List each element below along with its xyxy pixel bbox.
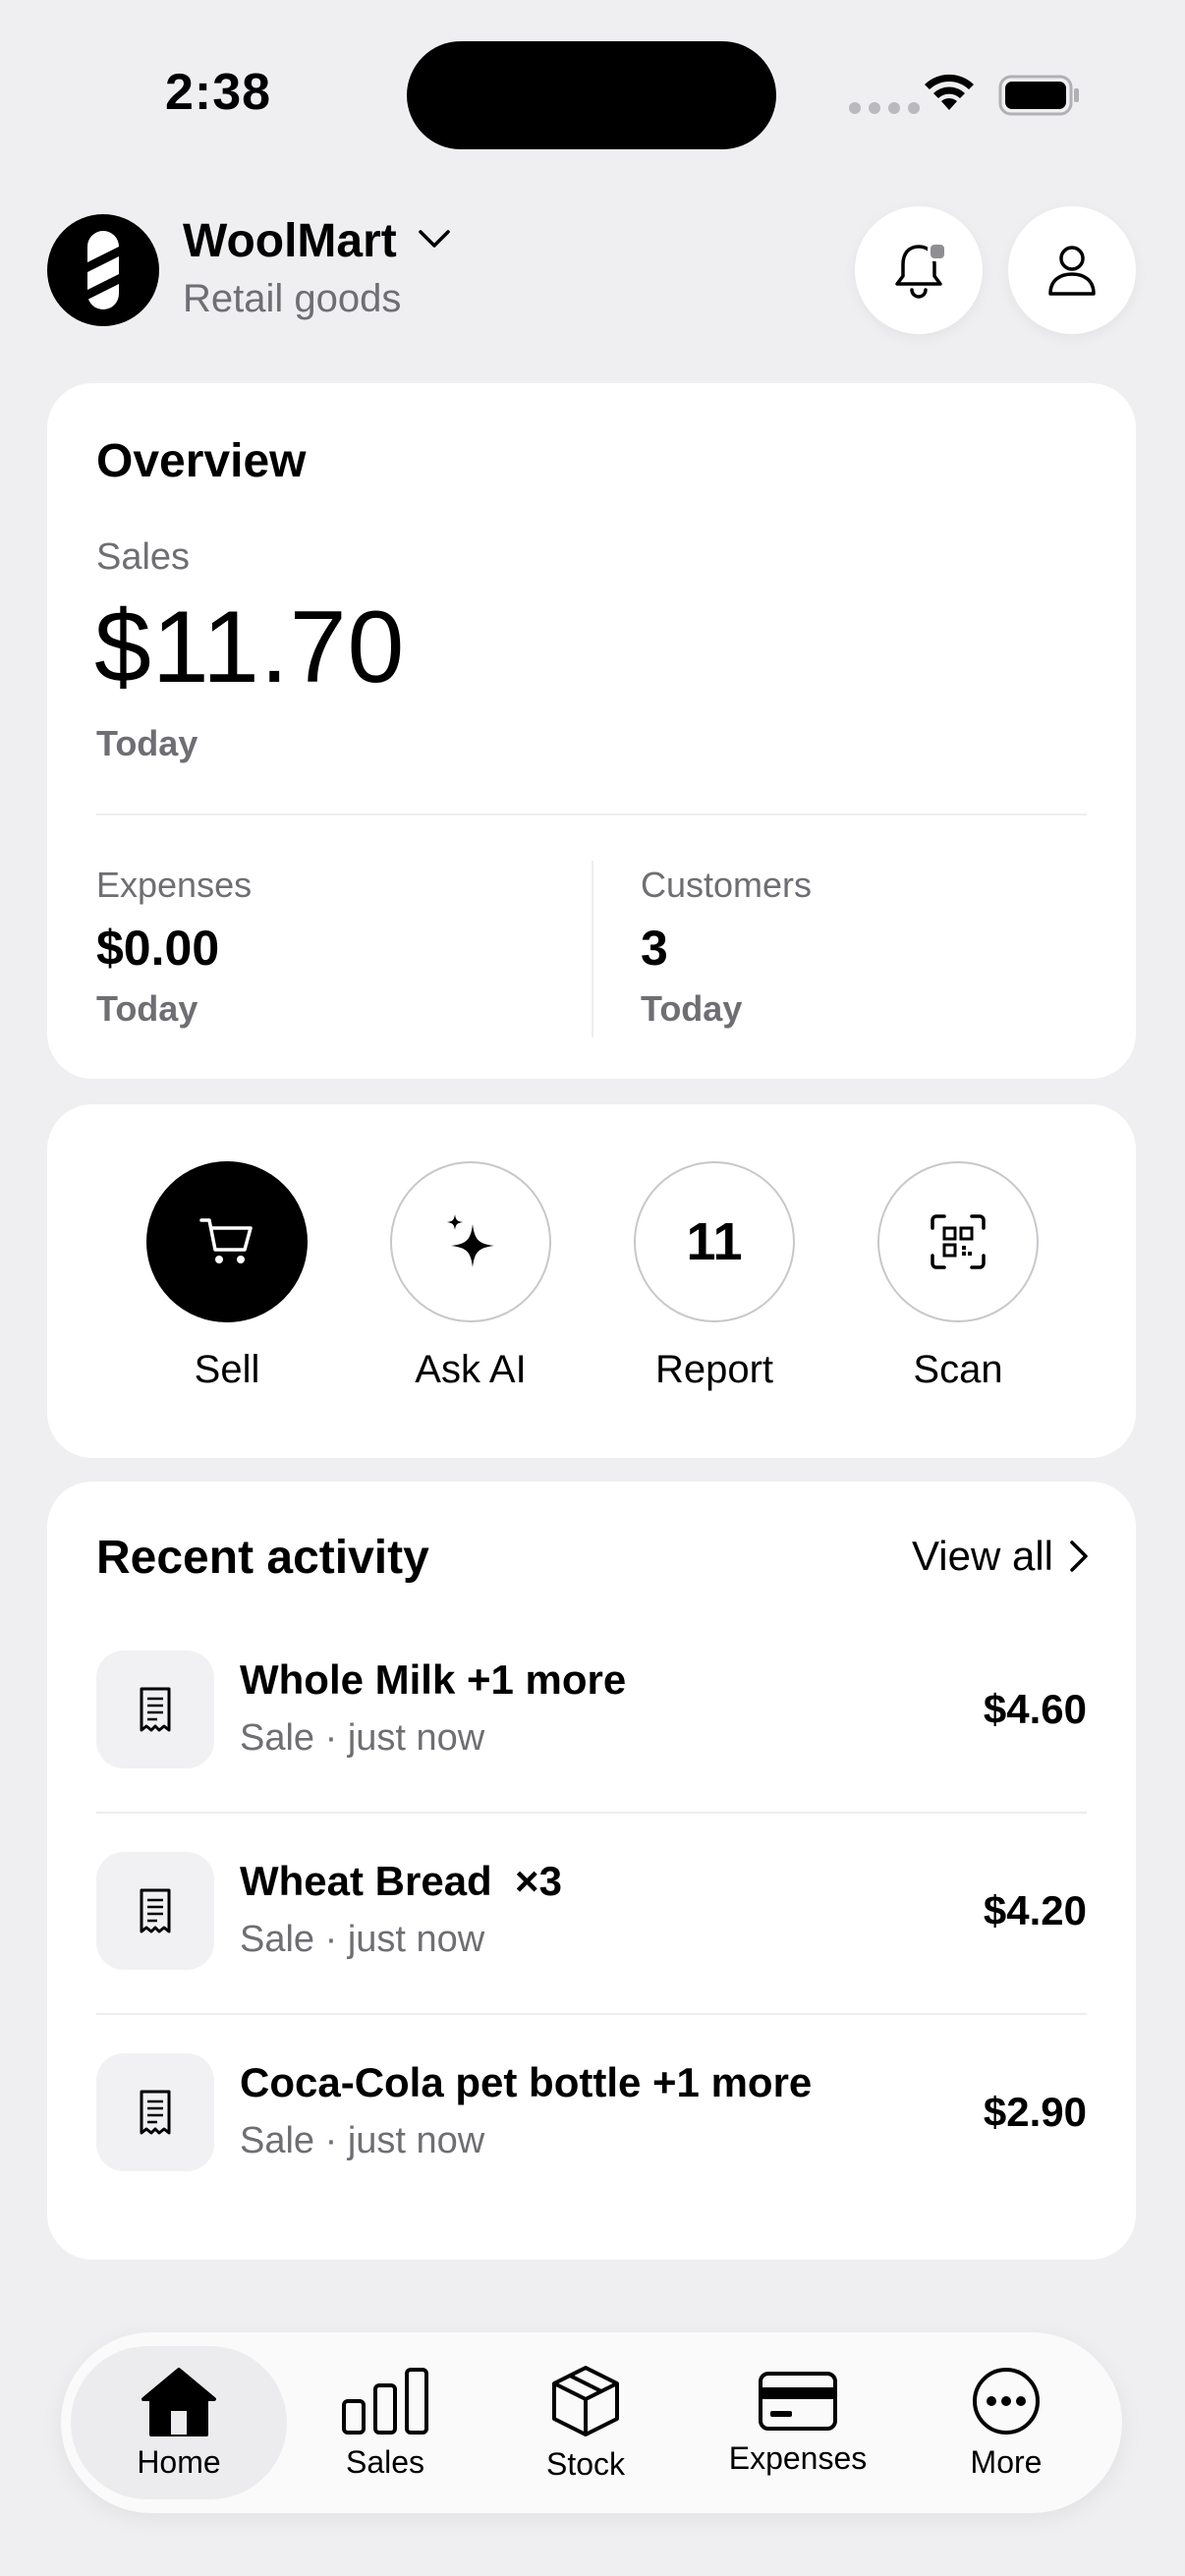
chevron-down-icon[interactable]	[417, 228, 452, 256]
activity-subtitle: Sale · just now	[240, 1919, 485, 1960]
sales-period: Today	[96, 723, 198, 763]
card-icon	[759, 2371, 837, 2431]
customers-label: Customers	[641, 865, 813, 905]
divider	[96, 1812, 1087, 1814]
recent-activity-title: Recent activity	[96, 1532, 429, 1584]
tab-expenses-label: Expenses	[728, 2439, 868, 2476]
store-logo[interactable]	[47, 214, 159, 326]
activity-subtitle: Sale · just now	[240, 1717, 485, 1759]
receipt-icon	[96, 1852, 214, 1970]
wifi-icon	[922, 69, 977, 117]
tab-home-label: Home	[137, 2443, 221, 2480]
overview-title: Overview	[96, 435, 307, 487]
activity-row[interactable]: Wheat Bread ×3 Sale · just now $4.20	[96, 1852, 1087, 2052]
report-number: 11	[686, 1212, 743, 1271]
home-icon	[141, 2367, 216, 2436]
receipt-icon	[96, 2053, 214, 2171]
chevron-right-icon	[1070, 1540, 1088, 1572]
activity-subtitle: Sale · just now	[240, 2120, 485, 2161]
activity-row[interactable]: Whole Milk +1 more Sale · just now $4.60	[96, 1651, 1087, 1851]
qr-scan-icon	[931, 1214, 986, 1269]
activity-row[interactable]: Coca-Cola pet bottle +1 more Sale · just…	[96, 2053, 1087, 2254]
expenses-label: Expenses	[96, 865, 253, 905]
view-all-link[interactable]: View all	[912, 1533, 1089, 1580]
tab-stock-label: Stock	[545, 2445, 626, 2482]
tab-stock[interactable]: Stock	[487, 2332, 684, 2513]
quick-actions-card: Sell Ask AI 11 Report Scan	[47, 1104, 1136, 1458]
notification-dot	[928, 242, 947, 261]
divider-vertical	[592, 861, 593, 1037]
sell-button[interactable]: Sell	[129, 1161, 325, 1392]
tab-more[interactable]: More	[908, 2332, 1104, 2513]
divider	[96, 813, 1087, 815]
receipt-icon	[96, 1651, 214, 1768]
bar-chart-icon	[342, 2367, 428, 2435]
more-icon	[973, 2367, 1040, 2435]
sell-label: Sell	[194, 1348, 260, 1391]
person-icon	[1048, 246, 1096, 296]
expenses-value: $0.00	[96, 921, 220, 976]
box-icon	[552, 2365, 619, 2436]
view-all-label: View all	[912, 1533, 1053, 1579]
scan-label: Scan	[913, 1348, 1003, 1391]
ask-ai-button[interactable]: Ask AI	[372, 1161, 569, 1392]
tab-sales[interactable]: Sales	[287, 2332, 483, 2513]
activity-amount: $4.60	[983, 1686, 1087, 1732]
tab-more-label: More	[970, 2443, 1043, 2480]
sales-label: Sales	[96, 536, 191, 578]
cellular-signal-icon	[849, 102, 920, 114]
cart-icon	[199, 1218, 253, 1263]
battery-icon	[998, 75, 1081, 121]
sparkle-icon	[447, 1214, 494, 1267]
customers-value: 3	[641, 921, 668, 976]
expenses-period: Today	[96, 988, 198, 1029]
tab-bar: Home Sales Stock Expenses More	[61, 2332, 1122, 2513]
sales-amount: $11.70	[94, 590, 406, 704]
tab-expenses[interactable]: Expenses	[690, 2332, 906, 2513]
divider	[96, 2013, 1087, 2015]
store-name[interactable]: WoolMart	[183, 214, 397, 268]
activity-title: Coca-Cola pet bottle +1 more	[240, 2059, 813, 2105]
activity-amount: $2.90	[983, 2089, 1087, 2135]
overview-card: Overview Sales $11.70 Today Expenses $0.…	[47, 383, 1136, 1079]
store-type: Retail goods	[183, 277, 402, 320]
profile-button[interactable]	[1008, 206, 1136, 334]
report-button[interactable]: 11 Report	[616, 1161, 813, 1392]
customers-period: Today	[641, 988, 743, 1029]
scan-button[interactable]: Scan	[860, 1161, 1056, 1392]
tab-home[interactable]: Home	[61, 2332, 297, 2513]
tab-sales-label: Sales	[345, 2443, 425, 2480]
recent-activity-card: Recent activity View all Whole Milk +1 m…	[47, 1482, 1136, 2260]
ask-ai-label: Ask AI	[415, 1348, 527, 1391]
activity-amount: $4.20	[983, 1887, 1087, 1933]
report-label: Report	[654, 1348, 774, 1391]
dynamic-island	[407, 41, 776, 149]
activity-title: Wheat Bread ×3	[240, 1858, 562, 1904]
status-time: 2:38	[165, 64, 272, 121]
notifications-button[interactable]	[855, 206, 983, 334]
activity-title: Whole Milk +1 more	[240, 1656, 627, 1703]
